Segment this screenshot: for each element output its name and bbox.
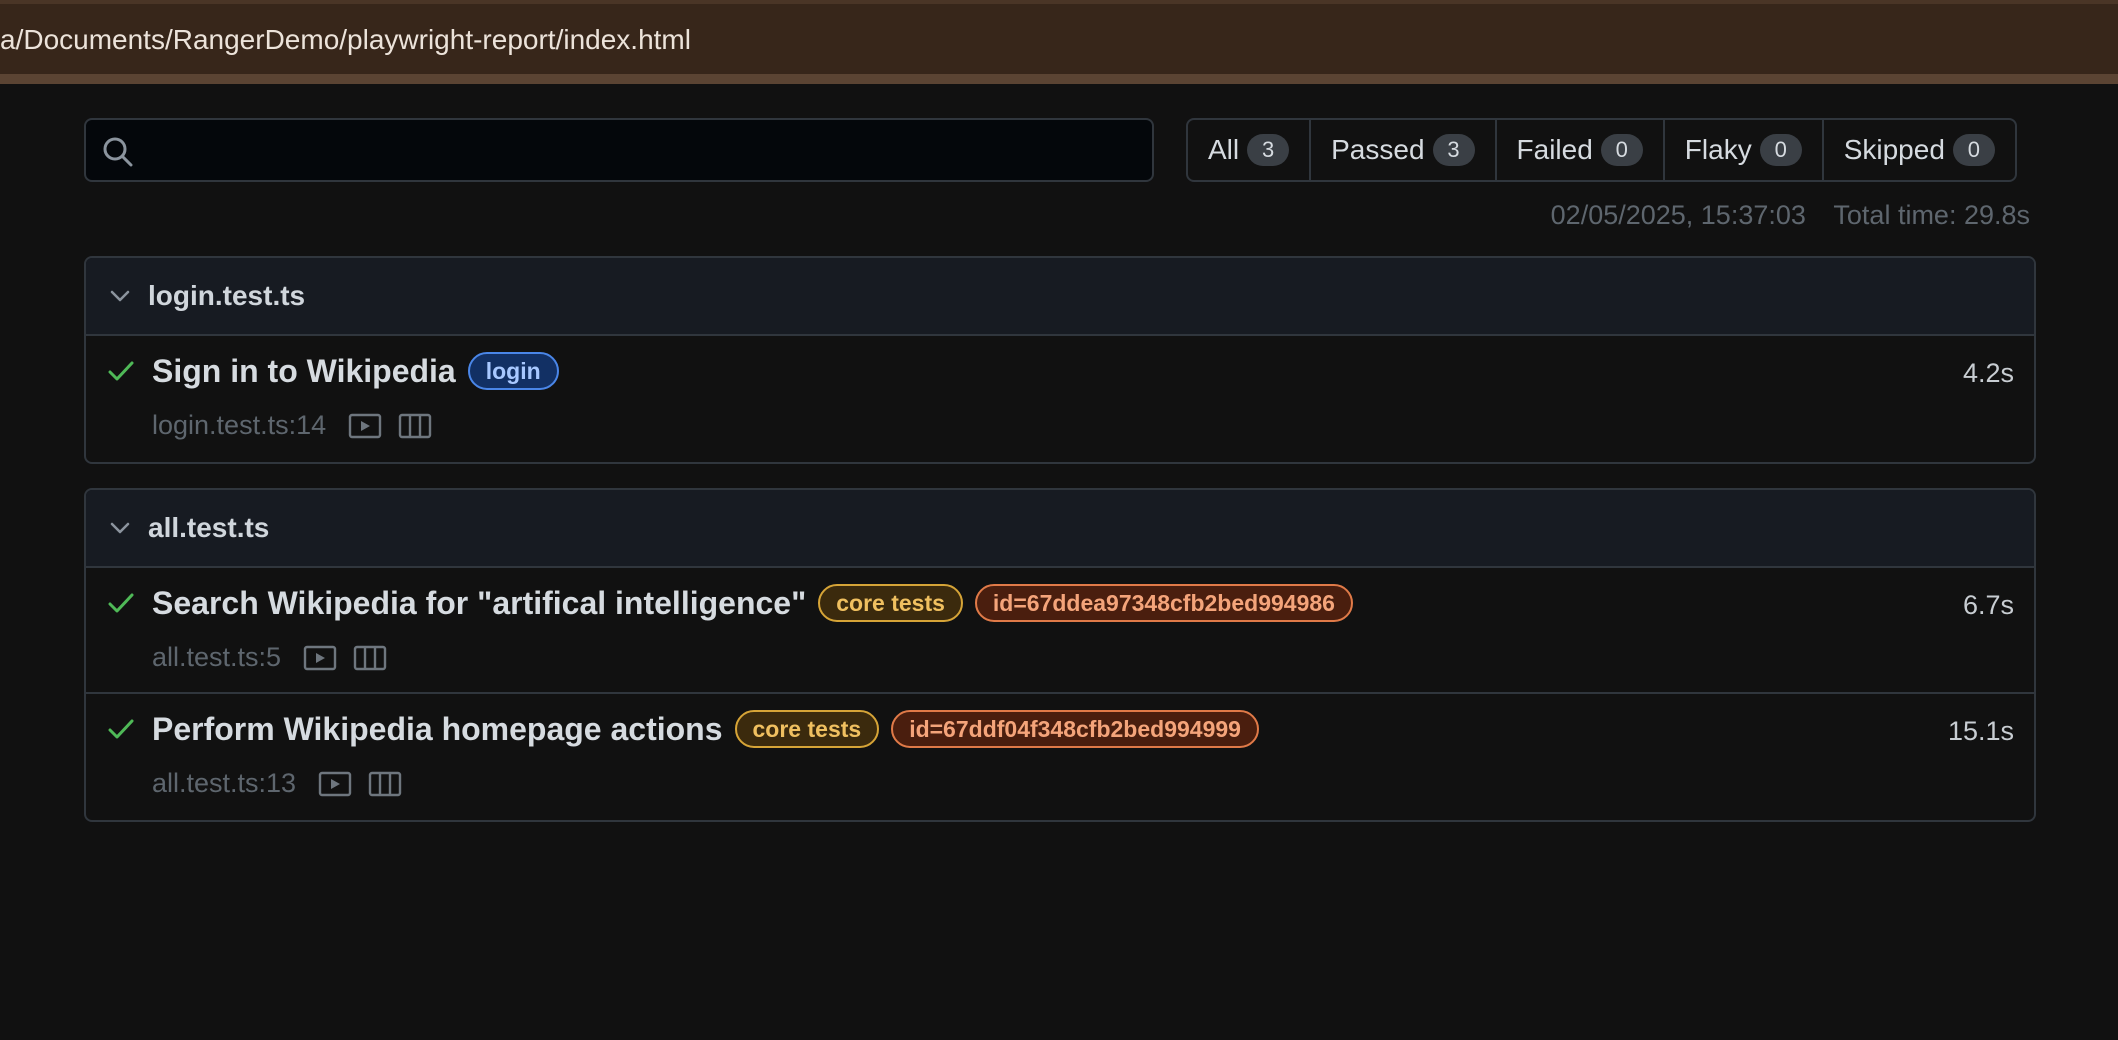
test-title[interactable]: Perform Wikipedia homepage actions [152, 711, 723, 748]
test-location-row: all.test.ts:5 [152, 642, 387, 673]
filter-count: 0 [1952, 134, 1995, 166]
test-location[interactable]: all.test.ts:13 [152, 768, 296, 799]
filter-label: Passed [1331, 134, 1425, 165]
search-icon [103, 137, 133, 167]
tag-badge[interactable]: core tests [818, 584, 963, 622]
test-row[interactable]: Perform Wikipedia homepage actions core … [86, 694, 2034, 820]
filter-label: Failed [1516, 134, 1593, 165]
test-duration: 6.7s [1962, 590, 2014, 620]
search-input[interactable] [146, 120, 1136, 180]
test-location-row: all.test.ts:13 [152, 768, 402, 799]
test-title[interactable]: Search Wikipedia for "artifical intellig… [152, 585, 806, 622]
file-name: all.test.ts [148, 512, 270, 543]
tag-badge[interactable]: login [467, 352, 559, 390]
filter-flaky[interactable]: Flaky 0 [1665, 120, 1824, 180]
chevron-down-icon [110, 522, 130, 534]
run-timestamp: 02/05/2025, 15:37:03 [1550, 200, 1806, 230]
filter-label: All [1208, 134, 1240, 165]
file-header[interactable]: all.test.ts [86, 490, 2034, 568]
filter-count: 0 [1759, 134, 1802, 166]
file-group-all: all.test.ts Search Wikipedia for "artifi… [84, 488, 2036, 822]
test-duration: 4.2s [1962, 358, 2014, 388]
total-time: Total time: 29.8s [1833, 200, 2030, 230]
file-name: login.test.ts [148, 280, 306, 311]
filter-all[interactable]: All 3 [1188, 120, 1312, 180]
url-text[interactable]: a/Documents/RangerDemo/playwright-report… [0, 24, 691, 56]
test-title[interactable]: Sign in to Wikipedia [152, 353, 456, 390]
file-header[interactable]: login.test.ts [86, 258, 2034, 336]
test-location-row: login.test.ts:14 [152, 410, 432, 441]
test-row[interactable]: Search Wikipedia for "artifical intellig… [86, 568, 2034, 694]
tag-badge[interactable]: id=67ddf04f348cfb2bed994999 [891, 710, 1259, 748]
browser-url-bar[interactable]: a/Documents/RangerDemo/playwright-report… [0, 0, 2118, 84]
video-icon[interactable] [303, 644, 337, 672]
test-title-row: Search Wikipedia for "artifical intellig… [152, 584, 1353, 622]
filter-skipped[interactable]: Skipped 0 [1824, 120, 2015, 180]
filter-count: 3 [1432, 134, 1475, 166]
trace-icon[interactable] [398, 412, 432, 440]
trace-icon[interactable] [368, 770, 402, 798]
filter-count: 3 [1247, 134, 1290, 166]
check-icon [108, 361, 134, 381]
filter-label: Skipped [1843, 134, 1945, 165]
test-location[interactable]: all.test.ts:5 [152, 642, 281, 673]
chevron-down-icon [110, 290, 130, 302]
filter-count: 0 [1600, 134, 1643, 166]
test-title-row: Perform Wikipedia homepage actions core … [152, 710, 1259, 748]
filter-label: Flaky [1684, 134, 1752, 165]
filter-passed[interactable]: Passed 3 [1311, 120, 1497, 180]
trace-icon[interactable] [353, 644, 387, 672]
test-location[interactable]: login.test.ts:14 [152, 410, 326, 441]
file-group-login: login.test.ts Sign in to Wikipedia login… [84, 256, 2036, 464]
check-icon [108, 593, 134, 613]
report-metadata: 02/05/2025, 15:37:03 Total time: 29.8s [1551, 200, 2030, 231]
video-icon[interactable] [318, 770, 352, 798]
test-title-row: Sign in to Wikipedia login [152, 352, 559, 390]
test-row[interactable]: Sign in to Wikipedia login 4.2s login.te… [86, 336, 2034, 462]
status-filter-bar: All 3 Passed 3 Failed 0 Flaky 0 Skipped … [1186, 118, 2017, 182]
filter-failed[interactable]: Failed 0 [1497, 120, 1665, 180]
video-icon[interactable] [348, 412, 382, 440]
tag-badge[interactable]: id=67ddea97348cfb2bed994986 [974, 584, 1353, 622]
search-box[interactable] [84, 118, 1154, 182]
test-duration: 15.1s [1947, 716, 2014, 746]
tag-badge[interactable]: core tests [734, 710, 880, 748]
check-icon [108, 719, 134, 739]
